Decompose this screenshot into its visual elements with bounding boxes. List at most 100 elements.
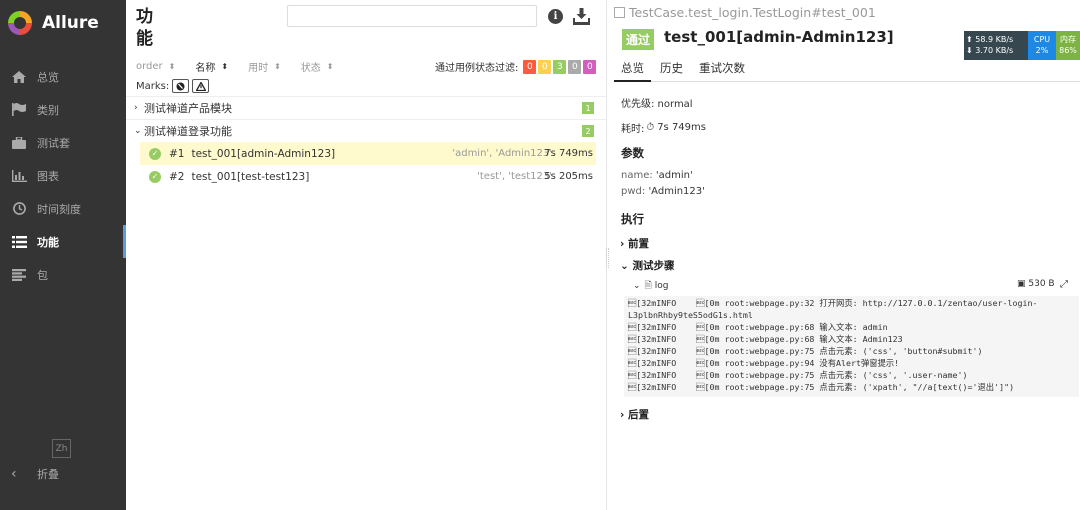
save-icon: ▣	[1017, 279, 1026, 289]
log-line: [32mINFO [0m root:webpage.py:32 打开网页: …	[628, 298, 1038, 308]
sort-icon: ⬍	[274, 61, 281, 71]
chevron-right-icon: ›	[620, 238, 625, 250]
sort-order[interactable]: order ⬍	[136, 61, 175, 72]
filter-broken-badge[interactable]: 0	[538, 59, 552, 74]
test-case-row[interactable]: ✓ #1 test_001[admin-Admin123] 'admin', '…	[140, 142, 596, 165]
log-line: [32mINFO [0m root:webpage.py:68 输入文本: …	[628, 334, 903, 344]
chevron-right-icon: ›	[620, 409, 625, 421]
passed-check-icon: ✓	[149, 170, 161, 183]
cpu-label: CPU	[1033, 35, 1051, 44]
download-icon[interactable]	[573, 8, 590, 25]
flag-icon	[11, 103, 27, 117]
sidebar-item-behaviors[interactable]: 功能	[0, 225, 126, 258]
stopwatch-icon: ⏱	[646, 122, 655, 133]
filter-failed-badge[interactable]: 0	[523, 59, 537, 74]
sidebar-item-label: 测试套	[37, 136, 70, 150]
copy-icon[interactable]	[614, 7, 625, 18]
collapse-label: 折叠	[37, 468, 59, 481]
log-content: [32mINFO [0m root:webpage.py:32 打开网页: …	[624, 296, 1079, 397]
group-label: 测试禅道登录功能	[144, 125, 232, 138]
search-input[interactable]	[287, 5, 537, 27]
download-speed: 3.70 KB/s	[975, 46, 1014, 55]
test-name: test_001[test-test123]	[191, 170, 310, 183]
duration-row: 耗时: ⏱ 7s 749ms	[621, 120, 706, 135]
group-label: 测试禅道产品模块	[144, 102, 232, 115]
chevron-down-icon: ⌄	[134, 126, 142, 136]
log-attachment[interactable]: ⌄ 🗎 log	[633, 278, 669, 294]
page-title: 功能	[136, 7, 153, 49]
tree-group[interactable]: ⌄ 测试禅道登录功能 2	[126, 119, 606, 142]
language-switch[interactable]: Zh	[52, 439, 71, 458]
test-duration: 7s 749ms	[544, 148, 593, 159]
cpu-value: 2%	[1035, 46, 1049, 55]
filter-passed-badge[interactable]: 3	[553, 59, 567, 74]
sidebar-item-categories[interactable]: 类别	[0, 93, 126, 126]
breadcrumb-text: TestCase.test_login.TestLogin#test_001	[629, 5, 876, 20]
log-line: [32mINFO [0m root:webpage.py:75 点击元素: …	[628, 346, 983, 356]
clock-icon	[11, 202, 27, 216]
steps-label: 测试步骤	[632, 260, 675, 272]
group-count-badge: 1	[582, 102, 594, 114]
sidebar-item-timeline[interactable]: 时间刻度	[0, 192, 126, 225]
param-row: name: 'admin'	[621, 170, 693, 181]
duration-value: 7s 749ms	[657, 122, 706, 133]
flaky-mark-button[interactable]	[172, 79, 190, 93]
filter-unknown-badge[interactable]: 0	[583, 59, 597, 74]
log-line: [32mINFO [0m root:webpage.py:75 点击元素: …	[628, 370, 968, 380]
collapse-button[interactable]: ‹ 折叠	[11, 466, 59, 482]
log-line: L3plbnRhby9teS5odG1s.html	[628, 310, 753, 320]
test-steps-section[interactable]: ⌄ 测试步骤	[620, 258, 674, 273]
duration-label: 耗时:	[621, 124, 645, 135]
breadcrumb: TestCase.test_login.TestLogin#test_001	[614, 5, 876, 20]
test-detail-panel: TestCase.test_login.TestLogin#test_001 通…	[608, 0, 1080, 510]
info-icon[interactable]: i	[548, 9, 563, 24]
brand[interactable]: Allure	[0, 0, 126, 46]
sidebar-item-label: 包	[37, 268, 48, 282]
sidebar: Allure 总览 类别 测试套 图表 时间刻度 功能 包 Zh ‹ 折叠	[0, 0, 126, 510]
tree-group[interactable]: › 测试禅道产品模块 1	[126, 96, 606, 119]
sort-status[interactable]: 状态 ⬍	[301, 59, 334, 74]
filter-skipped-badge[interactable]: 0	[568, 59, 582, 74]
log-line: [32mINFO [0m root:webpage.py:94 没有Aler…	[628, 358, 900, 368]
tree-panel: 功能 i order ⬍ 名称 ⬍ 用时 ⬍ 状态 ⬍ 通过用例状态过滤: 0 0 3 …	[126, 0, 607, 510]
sort-name[interactable]: 名称 ⬍	[195, 59, 228, 74]
sort-icon: ⬍	[168, 61, 176, 71]
tab-overview[interactable]: 总览	[614, 56, 651, 82]
list-icon	[11, 235, 27, 249]
tab-history[interactable]: 历史	[653, 56, 690, 81]
test-case-row[interactable]: ✓ #2 test_001[test-test123] 'test', 'tes…	[140, 165, 596, 188]
chevron-down-icon: ⌄	[633, 281, 641, 291]
params-title: 参数	[621, 146, 644, 160]
sidebar-item-packages[interactable]: 包	[0, 258, 126, 291]
sidebar-item-label: 总览	[37, 70, 59, 84]
brand-name: Allure	[42, 13, 99, 33]
sidebar-item-overview[interactable]: 总览	[0, 60, 126, 93]
upload-arrow-icon: ⬆	[966, 35, 973, 44]
sidebar-item-graphs[interactable]: 图表	[0, 159, 126, 192]
log-size: ▣ 530 B	[1017, 279, 1055, 289]
setup-label: 前置	[627, 238, 649, 250]
sort-label: 用时	[248, 62, 269, 74]
sidebar-item-suites[interactable]: 测试套	[0, 126, 126, 159]
test-number: #2	[169, 170, 185, 183]
sidebar-nav: 总览 类别 测试套 图表 时间刻度 功能 包	[0, 60, 126, 291]
setup-section[interactable]: › 前置	[620, 236, 649, 251]
warning-mark-button[interactable]	[192, 79, 210, 93]
param-key: name:	[621, 170, 653, 181]
sidebar-item-label: 类别	[37, 103, 59, 117]
sidebar-item-label: 时间刻度	[37, 202, 81, 216]
log-line: [32mINFO [0m root:webpage.py:68 输入文本: …	[628, 322, 888, 332]
teardown-section[interactable]: › 后置	[620, 407, 649, 422]
param-row: pwd: 'Admin123'	[621, 186, 705, 197]
sort-icon: ⬍	[326, 61, 334, 71]
expand-icon[interactable]: ⤢	[1060, 279, 1068, 290]
allure-logo-icon	[8, 11, 32, 35]
test-name: test_001[admin-Admin123]	[191, 147, 336, 160]
param-value: 'admin'	[655, 170, 693, 181]
sort-label: order	[136, 60, 163, 72]
log-line: [32mINFO [0m root:webpage.py:75 点击元素: …	[628, 382, 1015, 392]
tab-retries[interactable]: 重试次数	[692, 56, 752, 81]
sort-duration[interactable]: 用时 ⬍	[248, 59, 281, 74]
detail-tabs: 总览 历史 重试次数	[614, 56, 1080, 82]
execution-title: 执行	[621, 212, 644, 226]
